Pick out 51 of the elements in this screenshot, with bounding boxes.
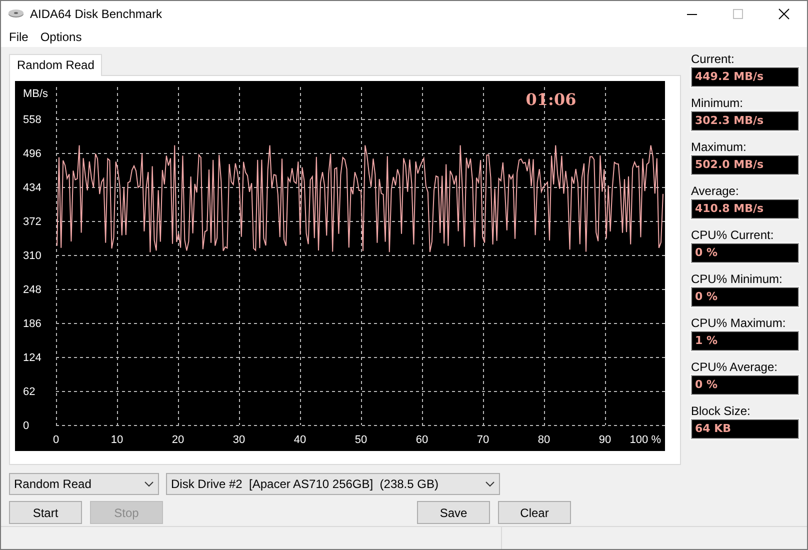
timer-text: 01:06 [526, 90, 576, 109]
y-axis-label: 372 [23, 216, 42, 228]
x-axis-label: 0 [52, 434, 60, 446]
stat-value-field: 449.2 MB/s [691, 67, 799, 87]
stat-value-field: 0 % [691, 287, 799, 307]
x-axis-label: 20 [172, 434, 184, 446]
stat-value-field: 410.8 MB/s [691, 199, 799, 219]
x-axis-label: 40 [294, 434, 306, 446]
stat-label: CPU% Minimum: [691, 271, 784, 287]
stat-value-field: 64 KB [691, 419, 799, 439]
y-axis-label: 248 [23, 284, 42, 296]
stat-label: Current: [691, 51, 736, 67]
tab[interactable]: Random Read [9, 54, 102, 76]
stat-value-field: 302.3 MB/s [691, 111, 799, 131]
unit-label: MB/s [23, 88, 48, 100]
x-axis-label: 60 [416, 434, 428, 446]
stat-label: CPU% Average: [691, 359, 778, 375]
menu-item[interactable]: Options [34, 30, 88, 44]
disk-drive-icon [8, 8, 24, 20]
y-axis-label: 186 [23, 318, 42, 330]
stat-label: Minimum: [691, 95, 744, 111]
y-axis-label: 62 [23, 386, 36, 398]
stat-label: Maximum: [691, 139, 748, 155]
stat-label: Block Size: [691, 403, 752, 419]
y-axis-label: 310 [23, 250, 42, 262]
y-axis-label: 0 [23, 420, 30, 432]
action-button[interactable]: Clear [498, 501, 571, 524]
y-axis-label: 558 [23, 114, 42, 126]
stat-label: CPU% Current: [691, 227, 775, 243]
x-axis-label: 50 [354, 434, 368, 446]
stat-value-field: 1 % [691, 331, 799, 351]
x-axis-label: 80 [538, 434, 550, 446]
stat-value-field: 502.0 MB/s [691, 155, 799, 175]
x-axis-label: 100 % [630, 434, 661, 446]
x-axis-label: 10 [110, 434, 124, 446]
action-button[interactable]: Start [9, 501, 82, 524]
stat-label: CPU% Maximum: [691, 315, 787, 331]
stat-value-field: 0 % [691, 375, 799, 395]
y-axis-label: 496 [23, 148, 42, 160]
window-title: AIDA64 Disk Benchmark [30, 7, 162, 21]
test-dropdown[interactable]: Random Read [9, 473, 159, 495]
x-axis-label: 30 [232, 434, 246, 446]
y-axis-label: 434 [23, 182, 42, 194]
y-axis-label: 124 [23, 352, 42, 364]
drive-dropdown[interactable]: Disk Drive #2 [Apacer AS710 256GB] (238.5 GB) [166, 473, 500, 495]
menu-item[interactable]: File [3, 30, 34, 44]
x-axis-label: 70 [476, 434, 490, 446]
stat-value-field: 0 % [691, 243, 799, 263]
action-button[interactable]: Save [417, 501, 490, 524]
stat-label: Average: [691, 183, 740, 199]
x-axis-label: 90 [598, 434, 612, 446]
